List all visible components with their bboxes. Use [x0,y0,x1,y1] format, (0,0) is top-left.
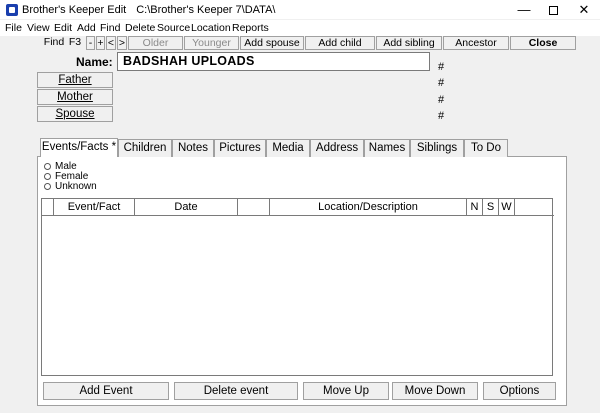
plus-button[interactable]: + [96,36,105,50]
menu-source[interactable]: Source [157,22,190,34]
find-f3-button[interactable]: F3 [66,36,84,50]
window-title-text: Brother's Keeper Edit [22,4,127,16]
spouse-hash: # [438,110,445,122]
delete-event-button[interactable]: Delete event [174,382,298,400]
spouse-button[interactable]: Spouse [37,106,113,122]
toolbar: Find F3 - + < > Older Younger Add spouse… [0,36,600,50]
window-title: Brother's Keeper Edit C:\Brother's Keeper… [22,4,275,16]
next-button[interactable]: > [117,36,127,50]
menu-bar: File View Edit Add Find Delete Source Lo… [0,20,600,36]
move-up-button[interactable]: Move Up [303,382,389,400]
add-event-button[interactable]: Add Event [43,382,169,400]
mother-hash: # [438,94,445,106]
col-w[interactable]: W [499,199,515,215]
add-spouse-button[interactable]: Add spouse [240,36,304,50]
options-button[interactable]: Options [483,382,556,400]
close-window-button[interactable]: ✕ [565,0,600,20]
col-location-description[interactable]: Location/Description [270,199,467,215]
tab-children[interactable]: Children [118,139,172,157]
tab-to-do[interactable]: To Do [464,139,508,157]
tab-media[interactable]: Media [266,139,310,157]
col-n[interactable]: N [467,199,483,215]
col-s[interactable]: S [483,199,499,215]
col-date[interactable]: Date [135,199,238,215]
menu-delete[interactable]: Delete [125,22,155,34]
close-button[interactable]: Close [510,36,576,50]
tab-notes[interactable]: Notes [172,139,214,157]
title-bar: Brother's Keeper Edit C:\Brother's Keeper… [0,0,600,20]
menu-find[interactable]: Find [100,22,120,34]
grid-header: Event/Fact Date Location/Description N S… [42,199,554,216]
tab-address[interactable]: Address [310,139,364,157]
tab-pictures[interactable]: Pictures [214,139,266,157]
radio-unknown[interactable]: Unknown [44,181,97,192]
father-button[interactable]: Father [37,72,113,88]
menu-edit[interactable]: Edit [54,22,72,34]
menu-reports[interactable]: Reports [232,22,269,34]
younger-button[interactable]: Younger [184,36,239,50]
mother-button[interactable]: Mother [37,89,113,105]
radio-circle-icon [44,163,51,170]
add-child-button[interactable]: Add child [305,36,375,50]
name-field[interactable]: BADSHAH UPLOADS [117,52,430,71]
add-sibling-button[interactable]: Add sibling [376,36,442,50]
name-hash: # [438,61,445,73]
menu-location[interactable]: Location [191,22,231,34]
find-button[interactable]: Find [42,36,66,50]
older-button[interactable]: Older [128,36,183,50]
events-grid[interactable]: Event/Fact Date Location/Description N S… [41,198,554,376]
menu-view[interactable]: View [27,22,50,34]
radio-unknown-label: Unknown [55,181,97,192]
grid-row-selector-header [42,199,54,215]
tab-names[interactable]: Names [364,139,410,157]
tab-siblings[interactable]: Siblings [410,139,464,157]
prev-button[interactable]: < [106,36,116,50]
menu-file[interactable]: File [5,22,22,34]
move-down-button[interactable]: Move Down [392,382,478,400]
minus-button[interactable]: - [86,36,95,50]
tab-events-facts[interactable]: Events/Facts * [40,138,118,157]
menu-add[interactable]: Add [77,22,96,34]
father-hash: # [438,77,445,89]
col-blank[interactable] [238,199,270,215]
radio-circle-icon [44,183,51,190]
name-label: Name: [76,55,113,69]
window-path: C:\Brother's Keeper 7\DATA\ [136,4,276,16]
radio-circle-icon [44,173,51,180]
app-icon [6,4,18,16]
ancestor-button[interactable]: Ancestor [443,36,509,50]
maximize-icon [548,6,558,16]
col-event-fact[interactable]: Event/Fact [54,199,135,215]
